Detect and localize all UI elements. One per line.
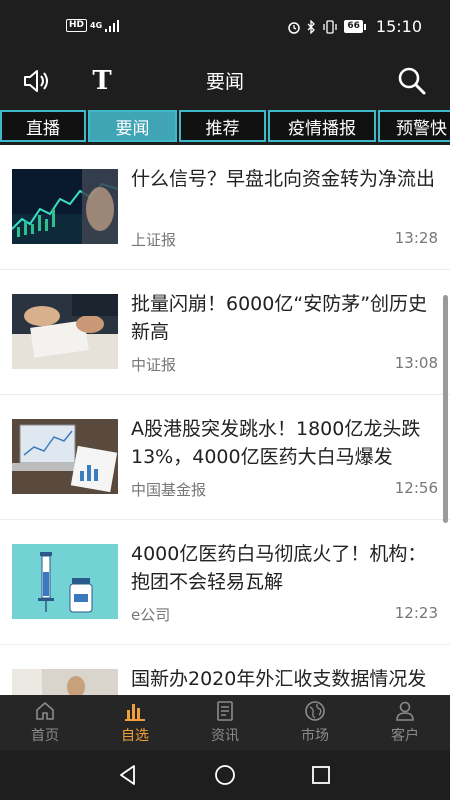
news-item[interactable]: 4000亿医药白马彻底火了！机构：抱团不会轻易瓦解 e公司 12:23 bbox=[0, 520, 450, 645]
news-title[interactable]: 批量闪崩！6000亿“安防茅”创历史新高 bbox=[131, 290, 440, 346]
news-time: 12:23 bbox=[394, 604, 438, 622]
scrollbar[interactable] bbox=[443, 295, 448, 523]
home-icon bbox=[36, 702, 54, 720]
signal-icon bbox=[105, 19, 120, 32]
search-icon[interactable] bbox=[396, 65, 428, 97]
news-thumbnail bbox=[12, 544, 118, 619]
page-title: 要闻 bbox=[205, 71, 244, 93]
tab-headlines[interactable]: 要闻 bbox=[88, 110, 177, 142]
alarm-icon bbox=[288, 21, 301, 34]
nav-client[interactable]: 客户 bbox=[360, 695, 450, 750]
status-left: HD 4G bbox=[66, 19, 121, 32]
news-source: 中国基金报 bbox=[131, 481, 207, 499]
tab-recommend[interactable]: 推荐 bbox=[179, 110, 266, 142]
news-item[interactable]: 什么信号？早盘北向资金转为净流出 上证报 13:28 bbox=[0, 145, 450, 270]
tab-alerts[interactable]: 预警快 bbox=[378, 110, 450, 142]
news-icon bbox=[217, 701, 233, 721]
nav-label: 资讯 bbox=[211, 728, 239, 744]
nav-label: 市场 bbox=[301, 728, 329, 744]
status-time: 15:10 bbox=[375, 17, 422, 36]
status-right: 66 15:10 bbox=[287, 17, 422, 36]
tab-epidemic[interactable]: 疫情播报 bbox=[268, 110, 376, 142]
nav-label: 客户 bbox=[391, 728, 419, 744]
recent-apps-icon[interactable] bbox=[309, 763, 333, 787]
nav-news[interactable]: 资讯 bbox=[180, 695, 270, 750]
news-item[interactable]: 批量闪崩！6000亿“安防茅”创历史新高 中证报 13:08 bbox=[0, 270, 450, 395]
nav-label: 首页 bbox=[31, 728, 59, 744]
status-bar: HD 4G 66 15:10 bbox=[0, 0, 450, 55]
category-tabs: 直播 要闻 推荐 疫情播报 预警快 bbox=[0, 110, 450, 144]
battery-icon: 66 bbox=[344, 20, 366, 33]
tab-live[interactable]: 直播 bbox=[0, 110, 86, 142]
globe-icon bbox=[305, 701, 325, 721]
news-title[interactable]: 4000亿医药白马彻底火了！机构：抱团不会轻易瓦解 bbox=[131, 540, 440, 596]
back-icon[interactable] bbox=[116, 763, 140, 787]
news-source: e公司 bbox=[131, 606, 171, 624]
nav-watchlist[interactable]: 自选 bbox=[90, 695, 180, 750]
news-time: 13:08 bbox=[394, 354, 438, 372]
news-source: 中证报 bbox=[131, 356, 177, 374]
app-header: T 要闻 bbox=[0, 55, 450, 110]
hd-badge: HD bbox=[66, 19, 88, 32]
nav-home[interactable]: 首页 bbox=[0, 695, 90, 750]
news-title[interactable]: 国新办2020年外汇收支数据情况发 bbox=[131, 665, 440, 693]
news-thumbnail bbox=[12, 294, 118, 369]
bluetooth-icon bbox=[307, 19, 316, 34]
news-title[interactable]: 什么信号？早盘北向资金转为净流出 bbox=[131, 165, 440, 193]
news-time: 13:28 bbox=[394, 229, 438, 247]
home-button-icon[interactable] bbox=[213, 763, 237, 787]
news-source: 上证报 bbox=[131, 231, 177, 249]
nav-market[interactable]: 市场 bbox=[270, 695, 360, 750]
network-type: 4G bbox=[90, 21, 103, 30]
news-thumbnail bbox=[12, 419, 118, 494]
bar-chart-icon bbox=[125, 704, 145, 721]
bottom-nav: 首页 自选 资讯 市场 客户 bbox=[0, 695, 450, 750]
battery-level: 66 bbox=[344, 20, 363, 33]
news-list: 什么信号？早盘北向资金转为净流出 上证报 13:28 批量闪崩！6000亿“安防… bbox=[0, 145, 450, 695]
news-item[interactable]: A股港股突发跳水！1800亿龙头跌13%，4000亿医药大白马爆发 中国基金报 … bbox=[0, 395, 450, 520]
system-nav bbox=[0, 750, 450, 800]
vibrate-icon bbox=[323, 19, 338, 34]
nav-label: 自选 bbox=[121, 728, 149, 744]
user-icon bbox=[396, 701, 414, 721]
news-item[interactable]: 国新办2020年外汇收支数据情况发 bbox=[0, 645, 450, 695]
news-thumbnail bbox=[12, 169, 118, 244]
news-title[interactable]: A股港股突发跳水！1800亿龙头跌13%，4000亿医药大白马爆发 bbox=[131, 415, 440, 471]
news-thumbnail bbox=[12, 669, 118, 695]
news-time: 12:56 bbox=[394, 479, 438, 497]
